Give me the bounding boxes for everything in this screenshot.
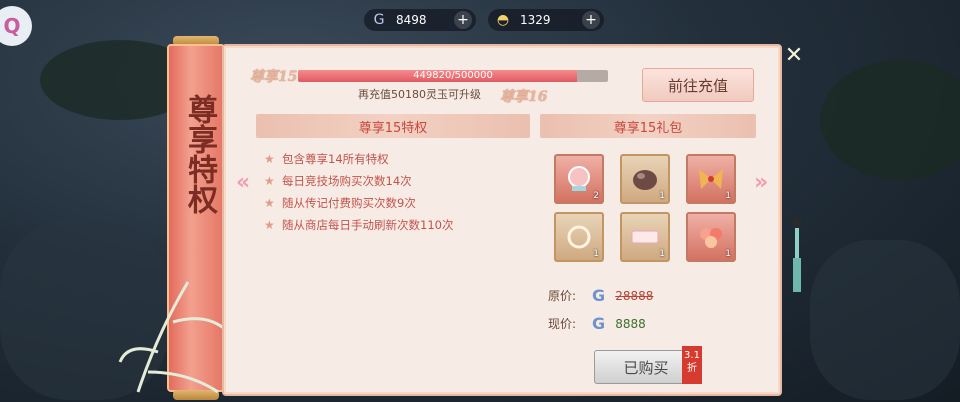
add-gold-button[interactable]: + <box>582 11 600 29</box>
vip-progress-text: 449820/500000 <box>413 70 493 81</box>
star-icon: ★ <box>264 152 275 166</box>
currency-jade: G 8498 + <box>364 9 476 31</box>
original-price-label: 原价: <box>548 289 577 303</box>
currency-jade-value: 8498 <box>396 13 427 27</box>
ring-icon <box>567 225 591 249</box>
scroll-paper-icon <box>631 230 659 244</box>
spirit-jade-icon: G <box>373 12 385 28</box>
background-rock <box>810 240 960 400</box>
gift-item-scroll-paper[interactable]: 1 <box>620 212 670 262</box>
privilege-item: ★ 随从传记付费购买次数9次 <box>264 196 416 210</box>
spirit-jade-icon: G <box>592 314 606 333</box>
current-price-label: 现价: <box>548 317 577 331</box>
scroll-title: 尊享特权 <box>182 94 217 214</box>
prev-page-arrow-icon[interactable]: « <box>236 170 250 195</box>
close-icon[interactable]: ✕ <box>782 44 806 68</box>
add-jade-button[interactable]: + <box>454 11 472 29</box>
gold-ingot-icon: ◓ <box>496 12 510 28</box>
gift-item-ribbon-bow[interactable]: 1 <box>686 154 736 204</box>
current-vip-level: 尊享15 <box>250 69 298 85</box>
current-price-value: 8888 <box>615 316 646 331</box>
tassel-decoration <box>792 217 802 292</box>
ore-stone-icon <box>633 170 657 190</box>
privileges-header: 尊享15特权 <box>256 114 530 138</box>
ribbon-bow-icon <box>699 169 723 189</box>
star-icon: ★ <box>264 218 275 232</box>
currency-gold-value: 1329 <box>520 13 551 27</box>
original-price-row: 原价: G 28888 <box>548 286 653 305</box>
current-price-row: 现价: G 8888 <box>548 314 646 333</box>
star-icon: ★ <box>264 174 275 188</box>
vip-upgrade-hint: 再充值50180灵玉可升级 <box>358 88 481 101</box>
vip-progress-bar: 449820/500000 <box>298 70 608 82</box>
vip-progress: 尊享15 449820/500000 再充值50180灵玉可升级 尊享16 前往… <box>242 62 762 112</box>
recharge-button[interactable]: 前往充值 <box>642 68 754 102</box>
spirit-jade-icon: G <box>592 286 606 305</box>
gift-item-ore-stone[interactable]: 1 <box>620 154 670 204</box>
original-price-value: 28888 <box>615 288 654 303</box>
game-logo-icon[interactable]: Q <box>0 6 32 46</box>
gift-item-ring[interactable]: 1 <box>554 212 604 262</box>
privilege-item: ★ 每日竞技场购买次数14次 <box>264 174 412 188</box>
crystal-ball-icon <box>568 166 590 191</box>
discount-badge: 3.1折 <box>682 346 702 384</box>
gift-item-flower-bouquet[interactable]: 1 <box>686 212 736 262</box>
gift-header: 尊享15礼包 <box>540 114 756 138</box>
privilege-item: ★ 随从商店每日手动刷新次数110次 <box>264 218 454 232</box>
flower-bouquet-icon <box>700 228 722 248</box>
next-page-arrow-icon[interactable]: » <box>754 170 768 195</box>
star-icon: ★ <box>264 196 275 210</box>
gift-item-crystal-ball[interactable]: 2 <box>554 154 604 204</box>
background-tree <box>820 60 960 180</box>
next-vip-level: 尊享16 <box>500 89 548 105</box>
privileges-list: ★ 包含尊享14所有特权 ★ 每日竞技场购买次数14次 ★ 随从传记付费购买次数9次 … <box>264 148 534 236</box>
gift-grid: 2 1 1 1 1 1 <box>554 154 740 266</box>
vip-panel: 尊享15 449820/500000 再充值50180灵玉可升级 尊享16 前往… <box>222 44 782 396</box>
currency-gold: ◓ 1329 + <box>488 9 604 31</box>
bamboo-leaves-decoration <box>118 281 230 394</box>
privilege-item: ★ 包含尊享14所有特权 <box>264 152 389 166</box>
